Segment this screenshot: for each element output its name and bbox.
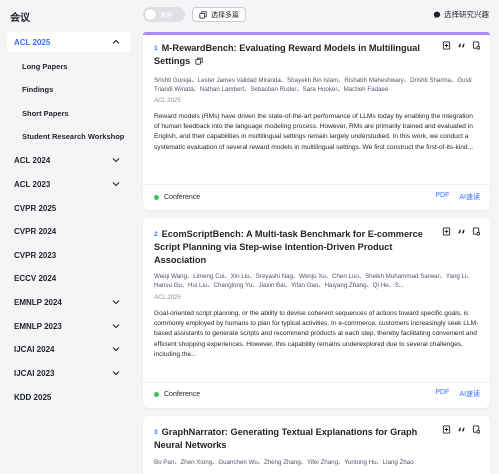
sidebar-item-emnlp-2024[interactable]: EMNLP 2024: [7, 292, 131, 312]
paper-type: Conference: [164, 193, 201, 201]
card-actions: [442, 41, 481, 50]
bookmark-icon[interactable]: [442, 425, 451, 434]
sidebar-item-emnlp-2023[interactable]: EMNLP 2023: [7, 316, 131, 336]
chevron-down-icon[interactable]: [111, 179, 121, 189]
chevron-down-icon[interactable]: [111, 344, 121, 354]
chevron-up-icon[interactable]: [111, 37, 121, 47]
sidebar-item-cvpr-2024[interactable]: CVPR 2024: [7, 221, 131, 241]
paper-authors: Srishti Gureja、Lester James Validad Mira…: [154, 77, 472, 93]
paper-title-text: GraphNarrator: Generating Textual Explan…: [154, 427, 418, 450]
status-dot: [154, 391, 159, 397]
sidebar-item-acl-2023[interactable]: ACL 2023: [7, 174, 131, 194]
document-icon[interactable]: [472, 227, 481, 236]
card-divider: [143, 184, 490, 185]
quote-icon[interactable]: [457, 425, 466, 434]
document-icon[interactable]: [472, 425, 481, 434]
paper-number: 2: [154, 231, 158, 238]
sidebar: 会议 ACL 2025 Long Papers Findings Short P…: [0, 0, 138, 474]
toggle-label: 速读: [160, 13, 173, 19]
multi-select-button[interactable]: 选择多篇: [192, 7, 246, 22]
sidebar-item-cvpr-2025[interactable]: CVPR 2025: [7, 198, 131, 218]
copy-title-icon[interactable]: [195, 57, 203, 65]
sidebar-item-label: CVPR 2025: [14, 203, 57, 213]
status-dot: [154, 194, 159, 200]
sidebar-item-label: KDD 2025: [14, 392, 52, 402]
quote-icon[interactable]: [457, 41, 466, 50]
paper-type: Conference: [164, 390, 201, 398]
sidebar-item-ijcai-2024[interactable]: IJCAI 2024: [7, 339, 131, 359]
card-accent-bar: [143, 32, 490, 35]
paper-card[interactable]: 2 EcomScriptBench: A Multi-task Benchmark…: [143, 218, 490, 408]
card-actions: [442, 227, 481, 236]
bookmark-icon[interactable]: [442, 41, 451, 50]
sidebar-item-label: EMNLP 2023: [14, 321, 62, 331]
sidebar-title: 会议: [10, 13, 30, 24]
multi-select-label: 选择多篇: [211, 11, 239, 19]
speed-read-toggle[interactable]: 速读: [143, 7, 185, 22]
sidebar-item-cvpr-2023[interactable]: CVPR 2023: [7, 245, 131, 265]
paper-title-text: EcomScriptBench: A Multi-task Benchmark …: [154, 229, 423, 265]
paper-venue: ACL 2025: [154, 295, 181, 301]
quote-icon[interactable]: [457, 227, 466, 236]
paper-title[interactable]: 1 M-RewardBench: Evaluating Reward Models…: [154, 42, 434, 68]
sidebar-item-acl-2025[interactable]: ACL 2025: [7, 32, 131, 52]
chat-bubble-icon: [433, 11, 441, 18]
paper-authors: Weiqi Wang、Limeng Cui、Xin Liu、Sreyashi N…: [154, 273, 473, 289]
sidebar-item-label: ACL 2025: [14, 37, 51, 47]
sidebar-item-label: ACL 2023: [14, 179, 51, 189]
paper-authors: Bo Pan、Zhen Xiong、Guanchen Wu、Zheng Zhan…: [154, 459, 414, 466]
sidebar-item-ijcai-2023[interactable]: IJCAI 2023: [7, 363, 131, 383]
pdf-link[interactable]: PDF: [435, 192, 449, 202]
sidebar-item-label: EMNLP 2024: [14, 297, 62, 307]
sidebar-item-label: IJCAI 2023: [14, 368, 55, 378]
sidebar-item-acl-2024[interactable]: ACL 2024: [7, 150, 131, 170]
paper-abstract: Goal-oriented script planning, or the ab…: [154, 310, 479, 358]
paper-venue: ACL 2025: [154, 98, 181, 104]
paper-card[interactable]: 1 M-RewardBench: Evaluating Reward Models…: [143, 32, 490, 210]
paper-number: 1: [154, 45, 158, 52]
chevron-down-icon[interactable]: [111, 321, 121, 331]
sidebar-item-label: ECCV 2024: [14, 273, 57, 283]
card-divider: [143, 382, 490, 383]
card-footer: Conference PDF AI速读: [154, 192, 480, 202]
sidebar-subitem-long-papers[interactable]: Long Papers: [22, 62, 67, 71]
paper-title[interactable]: 2 EcomScriptBench: A Multi-task Benchmark…: [154, 228, 434, 267]
sidebar-item-label: IJCAI 2024: [14, 344, 55, 354]
sidebar-subitem-findings[interactable]: Findings: [22, 85, 53, 94]
research-interest-button[interactable]: 选择研究兴趣: [433, 9, 489, 20]
paper-card[interactable]: 3 GraphNarrator: Generating Textual Expla…: [143, 416, 490, 474]
paper-abstract: Reward models (RMs) have driven the stat…: [154, 113, 474, 151]
chevron-down-icon[interactable]: [111, 368, 121, 378]
copy-icon: [199, 10, 207, 19]
card-footer: Conference PDF AI速读: [154, 389, 480, 399]
research-interest-label: 选择研究兴趣: [444, 10, 489, 19]
sidebar-subitem-student-research-workshop[interactable]: Student Research Workshop: [22, 132, 124, 141]
sidebar-subitem-short-papers[interactable]: Short Papers: [22, 109, 69, 118]
pdf-link[interactable]: PDF: [435, 389, 449, 399]
sidebar-item-label: CVPR 2024: [14, 226, 57, 236]
bookmark-icon[interactable]: [442, 227, 451, 236]
sidebar-item-label: ACL 2024: [14, 155, 51, 165]
chevron-down-icon[interactable]: [111, 297, 121, 307]
document-icon[interactable]: [472, 41, 481, 50]
paper-title[interactable]: 3 GraphNarrator: Generating Textual Expla…: [154, 426, 434, 452]
sidebar-item-eccv-2024[interactable]: ECCV 2024: [7, 268, 131, 288]
card-actions: [442, 425, 481, 434]
sidebar-item-label: CVPR 2023: [14, 250, 57, 260]
paper-number: 3: [154, 429, 158, 436]
toggle-knob: [145, 9, 156, 20]
chevron-down-icon[interactable]: [111, 155, 121, 165]
app-root: 会议 ACL 2025 Long Papers Findings Short P…: [0, 0, 499, 474]
ai-read-link[interactable]: AI速读: [459, 192, 480, 202]
sidebar-item-kdd-2025[interactable]: KDD 2025: [7, 387, 131, 407]
ai-read-link[interactable]: AI速读: [459, 389, 480, 399]
